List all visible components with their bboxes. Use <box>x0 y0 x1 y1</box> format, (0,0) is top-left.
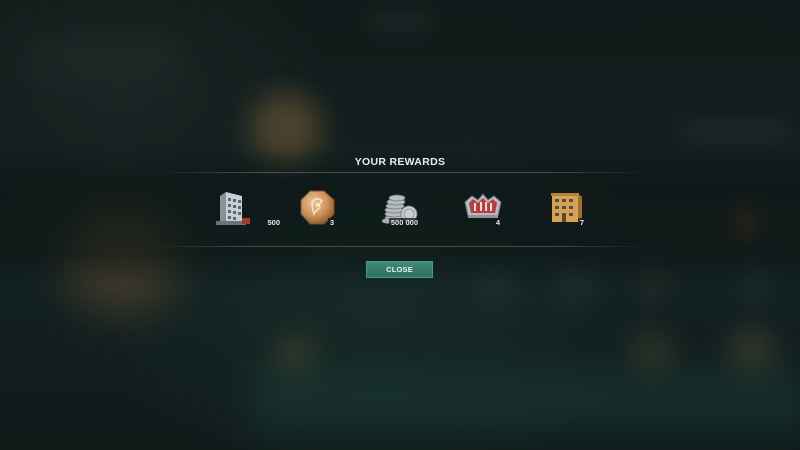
divider-top <box>150 172 650 173</box>
divider-bottom <box>150 246 650 247</box>
reward-item-coins[interactable]: 500 000 <box>380 188 450 232</box>
reward-quantity: 3 <box>327 218 336 228</box>
reward-item-building[interactable]: 500 <box>212 188 282 232</box>
building-icon <box>216 192 250 225</box>
rewards-title: YOUR REWARDS <box>354 156 446 168</box>
reward-item-crown[interactable]: 4 <box>462 188 532 232</box>
reward-quantity: 7 <box>577 218 586 228</box>
reward-item-apartment[interactable]: 7 <box>548 188 618 232</box>
reward-quantity: 500 000 <box>388 218 420 228</box>
close-button[interactable]: CLOSE <box>366 261 433 278</box>
reward-quantity: 500 <box>265 218 282 228</box>
reward-item-medal[interactable]: 3 <box>298 188 368 232</box>
reward-quantity: 4 <box>493 218 502 228</box>
